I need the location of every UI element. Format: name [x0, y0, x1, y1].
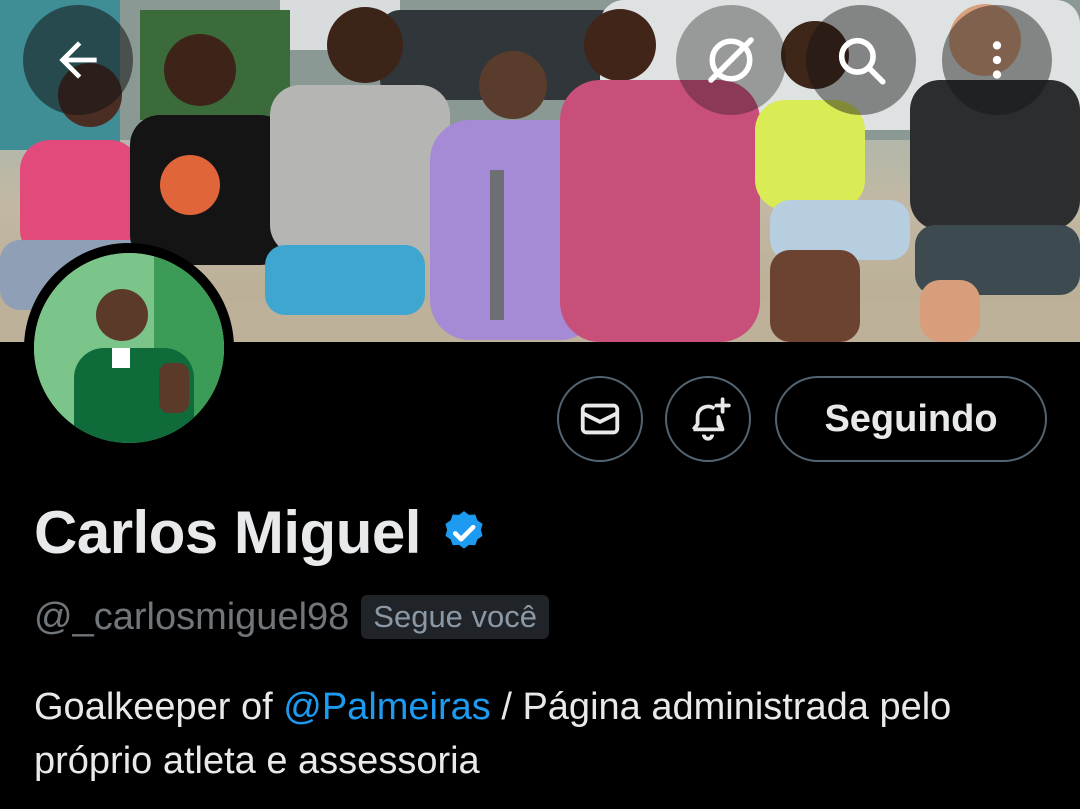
- profile-name-row: Carlos Miguel: [34, 498, 489, 567]
- notifications-button[interactable]: [665, 376, 751, 462]
- back-button[interactable]: [23, 5, 133, 115]
- bio-prefix: Goalkeeper of: [34, 686, 284, 728]
- user-handle: @_carlosmiguel98: [34, 595, 350, 638]
- search-button[interactable]: [806, 5, 916, 115]
- slash-circle-icon: [708, 37, 754, 83]
- bell-plus-icon: [691, 397, 731, 441]
- display-name: Carlos Miguel: [34, 499, 421, 566]
- avatar-photo: [34, 253, 224, 443]
- search-icon: [838, 37, 886, 85]
- arrow-left-icon: [59, 41, 97, 79]
- profile-bio: Goalkeeper of @Palmeiras / Página admini…: [34, 680, 1064, 788]
- envelope-icon: [580, 403, 620, 435]
- more-vertical-icon: [992, 41, 1002, 79]
- follows-you-badge: Segue você: [361, 595, 550, 639]
- grok-button[interactable]: [676, 5, 786, 115]
- more-button[interactable]: [942, 5, 1052, 115]
- message-button[interactable]: [557, 376, 643, 462]
- handle-row: @_carlosmiguel98 Segue você: [34, 595, 550, 639]
- profile-avatar[interactable]: [24, 243, 234, 453]
- verified-badge-icon[interactable]: [439, 508, 489, 558]
- bio-mention-link[interactable]: @Palmeiras: [283, 686, 491, 728]
- following-button[interactable]: Seguindo: [775, 376, 1047, 462]
